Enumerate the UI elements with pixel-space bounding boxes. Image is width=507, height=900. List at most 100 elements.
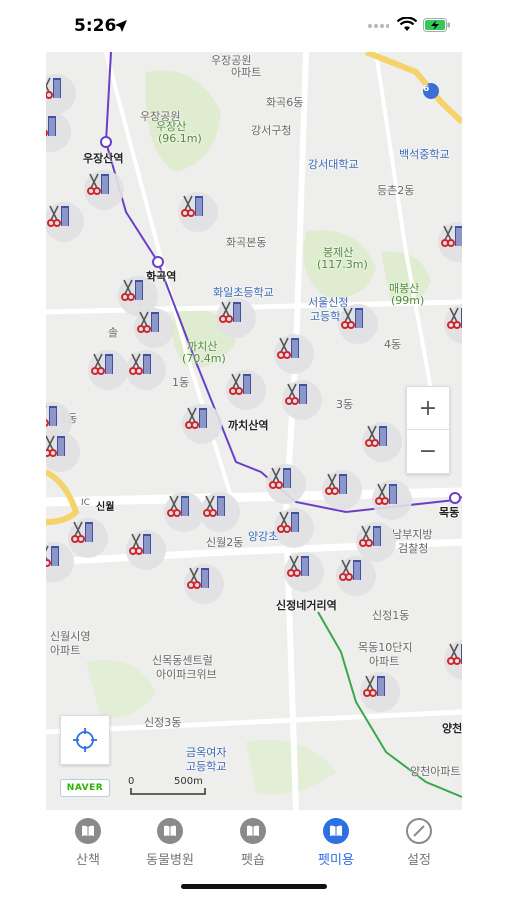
- location-arrow-icon: [115, 20, 127, 32]
- tab-settings[interactable]: 설정: [377, 818, 461, 868]
- scissors-comb-icon: [277, 511, 299, 533]
- label-sol: 솔: [108, 326, 119, 339]
- label-kkachisan-station: 까치산역: [228, 419, 269, 432]
- scissors-comb-icon: [121, 279, 143, 301]
- scissors-comb-icon: [91, 353, 113, 375]
- label-bongjesan-height: (117.3m): [317, 258, 368, 271]
- scissors-comb-icon: [46, 406, 57, 427]
- grooming-marker[interactable]: [68, 518, 108, 558]
- scissors-comb-icon: [167, 495, 189, 517]
- scissors-comb-icon: [129, 353, 151, 375]
- grooming-marker[interactable]: [178, 192, 218, 232]
- grooming-marker[interactable]: [336, 556, 376, 596]
- grooming-marker[interactable]: [184, 564, 224, 604]
- book-icon: [323, 818, 349, 844]
- grooming-marker[interactable]: [88, 350, 128, 390]
- crosshair-icon: [73, 728, 97, 752]
- label-kkachisan-height: (70.4m): [182, 352, 226, 365]
- label-dong1: 1동: [172, 376, 190, 389]
- label-sinwol2: 신월2동: [206, 536, 244, 549]
- grooming-marker[interactable]: [338, 304, 378, 344]
- scissors-comb-icon: [441, 225, 462, 247]
- label-apartment-left: 아파트: [50, 644, 81, 657]
- scissors-comb-icon: [129, 533, 151, 555]
- scissors-comb-icon: [365, 425, 387, 447]
- grooming-marker[interactable]: [282, 380, 322, 420]
- grooming-marker[interactable]: [84, 170, 124, 210]
- scissors-comb-icon: [375, 483, 397, 505]
- grooming-marker[interactable]: [274, 334, 314, 374]
- label-woojangsan-station: 우장산역: [83, 152, 124, 165]
- scissors-comb-icon: [363, 675, 385, 697]
- scissors-comb-icon: [203, 495, 225, 517]
- settings-slash-icon: [406, 818, 432, 844]
- label-hwagok6: 화곡6동: [266, 96, 304, 109]
- scissors-comb-icon: [447, 643, 462, 665]
- scissors-comb-icon: [229, 373, 251, 395]
- label-apartment: 아파트: [231, 66, 262, 79]
- status-bar: 5:26: [0, 0, 507, 52]
- grooming-marker[interactable]: [126, 350, 166, 390]
- scissors-comb-icon: [46, 77, 61, 99]
- label-sinjeong-4way-station: 신정네거리역: [276, 599, 337, 612]
- tab-walk[interactable]: 산책: [46, 818, 130, 868]
- label-deungchon2: 등촌2동: [377, 184, 415, 197]
- tab-petshop[interactable]: 펫숍: [211, 818, 295, 868]
- grooming-marker[interactable]: [284, 552, 324, 592]
- label-gangseo-univ: 강서대학교: [308, 158, 359, 171]
- grooming-marker[interactable]: [362, 422, 402, 462]
- naver-logo: NAVER: [60, 779, 110, 797]
- label-dong4: 4동: [384, 338, 402, 351]
- signal-dots-icon: [367, 23, 389, 29]
- grooming-marker[interactable]: [226, 370, 266, 410]
- scissors-comb-icon: [269, 467, 291, 489]
- grooming-marker[interactable]: [274, 508, 314, 548]
- battery-charging-icon: [423, 18, 450, 32]
- scissors-comb-icon: [447, 307, 462, 329]
- current-location-button[interactable]: [60, 715, 110, 765]
- label-sinjeong3: 신정3동: [144, 716, 182, 729]
- zoom-control: + −: [406, 386, 450, 474]
- grooming-marker[interactable]: [372, 480, 412, 520]
- scissors-comb-icon: [285, 383, 307, 405]
- label-dong3: 3동: [336, 398, 354, 411]
- label-woojangsan-height: (96.1m): [158, 132, 202, 145]
- scissors-comb-icon: [341, 307, 363, 329]
- grooming-marker[interactable]: [216, 298, 256, 338]
- scissors-comb-icon: [181, 195, 203, 217]
- grooming-marker[interactable]: [134, 308, 174, 348]
- scissors-comb-icon: [325, 473, 347, 495]
- label-geumok-hs: 고등학교: [186, 760, 227, 773]
- grooming-marker[interactable]: [266, 464, 306, 504]
- grooming-marker[interactable]: [200, 492, 240, 532]
- grooming-marker[interactable]: [182, 404, 222, 444]
- label-gangseo-office: 강서구청: [251, 124, 292, 137]
- scale-bar: [130, 788, 206, 795]
- book-icon: [240, 818, 266, 844]
- label-hwagok-bon: 화곡본동: [226, 236, 267, 249]
- zoom-out-button[interactable]: −: [407, 430, 449, 472]
- label-yangcheon-apt: 양천아파트: [410, 765, 461, 778]
- book-icon: [157, 818, 183, 844]
- label-prosecutors: 검찰청: [398, 542, 429, 555]
- grooming-marker[interactable]: [164, 492, 204, 532]
- tab-grooming[interactable]: 펫미용: [294, 818, 378, 868]
- scissors-comb-icon: [185, 407, 207, 429]
- label-yangcheon: 양천: [442, 722, 462, 735]
- wifi-icon: [397, 17, 417, 31]
- scissors-comb-icon: [47, 205, 69, 227]
- map-scale: 0 500m: [128, 776, 208, 796]
- zoom-in-button[interactable]: +: [407, 387, 449, 430]
- scale-zero: 0: [128, 776, 135, 787]
- tab-vet[interactable]: 동물병원: [128, 818, 212, 868]
- label-sinjeong1: 신정1동: [372, 609, 410, 622]
- map-view[interactable]: 우장공원 아파트 화곡6동 6 우장공원 우장산 (96.1m) 강서구청 백석…: [46, 52, 462, 810]
- grooming-marker[interactable]: [126, 530, 166, 570]
- scissors-comb-icon: [187, 567, 209, 589]
- scissors-comb-icon: [46, 116, 56, 137]
- scissors-comb-icon: [359, 525, 381, 547]
- grooming-marker[interactable]: [322, 470, 362, 510]
- grooming-marker[interactable]: [360, 672, 400, 712]
- scissors-comb-icon: [219, 301, 241, 323]
- tab-label: 산책: [76, 853, 100, 868]
